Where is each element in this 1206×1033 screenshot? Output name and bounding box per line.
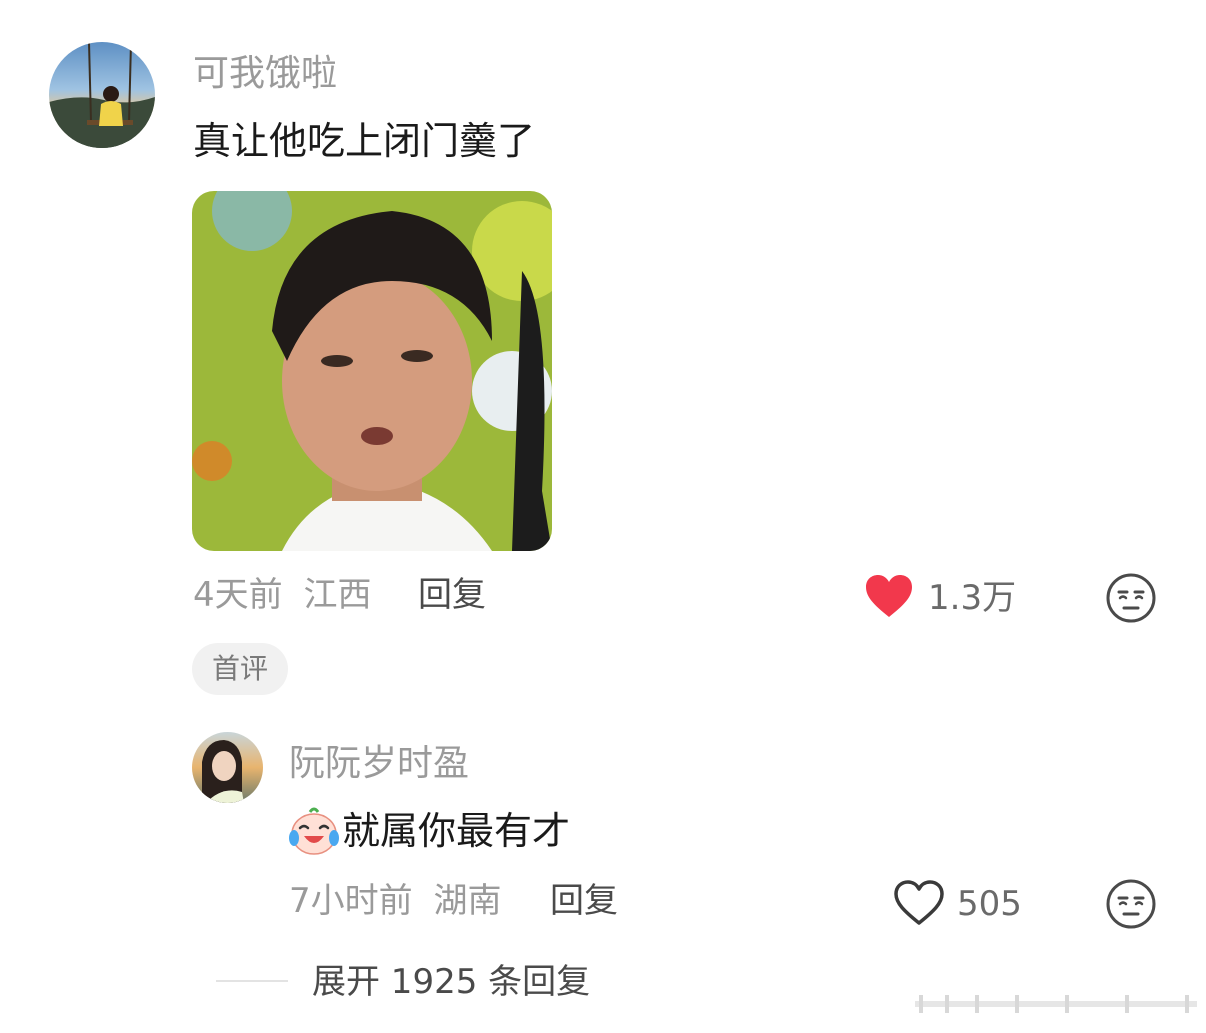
watermark xyxy=(915,993,1197,1015)
like-count: 1.3万 xyxy=(928,578,1017,618)
comment-location: 江西 xyxy=(303,575,372,615)
comment-image[interactable] xyxy=(192,191,552,551)
unamused-face-icon[interactable] xyxy=(1105,572,1157,624)
unamused-face-icon[interactable] xyxy=(1105,878,1157,930)
reply-reply-button[interactable]: 回复 xyxy=(550,880,618,922)
comment-text: 真让他吃上闭门羹了 xyxy=(193,119,536,163)
avatar-image xyxy=(49,42,155,148)
comment-username[interactable]: 可我饿啦 xyxy=(193,52,337,96)
comment-time: 4天前 xyxy=(193,575,283,615)
reply-avatar[interactable] xyxy=(192,732,263,803)
expand-replies-button[interactable]: 展开 1925 条回复 xyxy=(312,960,590,1004)
comment-meta: 4天前 江西 xyxy=(193,574,371,616)
first-comment-badge: 首评 xyxy=(192,643,288,695)
heart-filled-icon[interactable] xyxy=(864,573,914,619)
meme-photo xyxy=(192,191,552,551)
reply-meta: 7小时前 湖南 xyxy=(289,880,501,922)
avatar[interactable] xyxy=(49,42,155,148)
reply-avatar-image xyxy=(192,732,263,803)
expand-divider xyxy=(216,980,288,982)
heart-outline-icon[interactable] xyxy=(893,879,945,927)
reply-like-count: 505 xyxy=(957,884,1022,924)
reply-button[interactable]: 回复 xyxy=(418,574,486,616)
reply-text: 就属你最有才 xyxy=(342,809,571,853)
reply-username[interactable]: 阮阮岁时盈 xyxy=(289,742,469,786)
reply-location: 湖南 xyxy=(433,881,502,921)
crying-laughing-face-icon xyxy=(288,806,340,856)
reply-time: 7小时前 xyxy=(289,881,413,921)
